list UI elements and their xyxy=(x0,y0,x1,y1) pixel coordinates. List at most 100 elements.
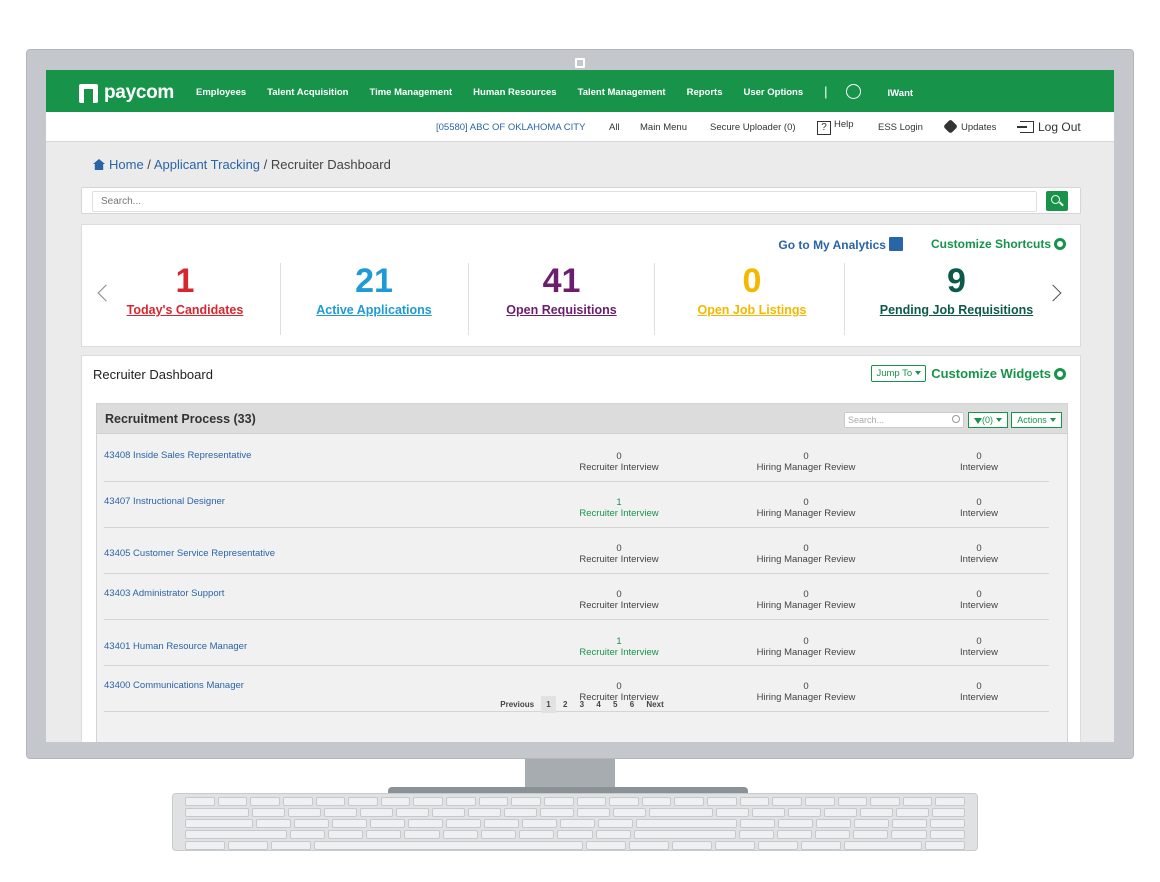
job-link[interactable]: 43400 Communications Manager xyxy=(104,680,244,691)
stage-hiring-manager-review[interactable]: 0 Hiring Manager Review xyxy=(736,636,876,658)
key xyxy=(772,797,802,806)
stage-interview[interactable]: 0 Interview xyxy=(909,589,1049,611)
key xyxy=(366,830,402,839)
stage-recruiter-interview[interactable]: 0 Recruiter Interview xyxy=(549,589,689,611)
key xyxy=(930,819,965,828)
help-link[interactable]: ? Help xyxy=(817,119,854,135)
help-label: Help xyxy=(834,119,854,130)
key xyxy=(929,830,965,839)
key xyxy=(504,808,538,817)
job-link[interactable]: 43407 Instructional Designer xyxy=(104,496,225,507)
stage-recruiter-interview[interactable]: 1 Recruiter Interview xyxy=(549,497,689,519)
actions-dropdown[interactable]: Actions xyxy=(1011,412,1062,428)
dashboard-tools: Jump To Customize Widgets xyxy=(871,365,1066,382)
stage-hiring-manager-review[interactable]: 0 Hiring Manager Review xyxy=(736,543,876,565)
key xyxy=(714,841,755,850)
key xyxy=(843,841,922,850)
nav-talent-management[interactable]: Talent Management xyxy=(578,87,666,99)
keyboard-row xyxy=(185,841,965,850)
kpi-pending-job-requisitions[interactable]: 9 Pending Job Requisitions xyxy=(864,261,1049,337)
jump-to-dropdown[interactable]: Jump To xyxy=(871,365,927,382)
nav-reports[interactable]: Reports xyxy=(687,87,723,99)
key xyxy=(648,808,713,817)
recruitment-process-widget: Recruitment Process (33) Search... (0) A… xyxy=(96,403,1068,742)
stage-interview[interactable]: 0 Interview xyxy=(909,636,1049,658)
widget-title: Recruitment Process (33) xyxy=(105,412,256,426)
filter-button[interactable]: (0) xyxy=(968,412,1008,428)
stage-count: 0 xyxy=(616,451,622,462)
job-link[interactable]: 43403 Administrator Support xyxy=(104,588,224,599)
breadcrumb-home[interactable]: Home xyxy=(109,157,144,172)
stage-recruiter-interview[interactable]: 0 Recruiter Interview xyxy=(549,451,689,473)
chevron-down-icon xyxy=(915,371,922,375)
paycom-logo[interactable]: paycom xyxy=(79,82,174,104)
key xyxy=(935,797,965,806)
breadcrumb-applicant-tracking[interactable]: Applicant Tracking xyxy=(154,157,260,172)
kpi-open-job-listings[interactable]: 0 Open Job Listings xyxy=(677,261,827,337)
key xyxy=(468,808,502,817)
all-link[interactable]: All xyxy=(609,122,620,133)
kpi-label: Pending Job Requisitions xyxy=(879,303,1034,317)
job-link[interactable]: 43405 Customer Service Representative xyxy=(104,548,275,559)
key xyxy=(707,797,737,806)
pager-page-2[interactable]: 2 xyxy=(558,696,572,713)
key xyxy=(511,797,541,806)
customize-shortcuts-link[interactable]: Customize Shortcuts xyxy=(931,237,1066,252)
analytics-link[interactable]: Go to My Analytics xyxy=(778,237,903,252)
help-icon: ? xyxy=(817,121,831,135)
customize-widgets-link[interactable]: Customize Widgets xyxy=(931,366,1066,381)
stage-recruiter-interview[interactable]: 1 Recruiter Interview xyxy=(549,636,689,658)
updates-link[interactable]: Updates xyxy=(943,119,996,134)
widget-search-input[interactable]: Search... xyxy=(844,412,964,428)
search-button[interactable] xyxy=(1046,191,1068,211)
secure-uploader-link[interactable]: Secure Uploader (0) xyxy=(710,122,796,133)
kpi-todays-candidates[interactable]: 1 Today's Candidates xyxy=(110,261,260,337)
stage-interview[interactable]: 0 Interview xyxy=(909,543,1049,565)
stage-count: 0 xyxy=(803,451,809,462)
stage-hiring-manager-review[interactable]: 0 Hiring Manager Review xyxy=(736,451,876,473)
stage-recruiter-interview[interactable]: 0 Recruiter Interview xyxy=(549,543,689,565)
logout-link[interactable]: Log Out xyxy=(1017,120,1081,134)
nav-employees[interactable]: Employees xyxy=(196,87,246,99)
key xyxy=(185,830,287,839)
kpi-active-applications[interactable]: 21 Active Applications xyxy=(294,261,454,337)
logout-icon xyxy=(1017,121,1034,133)
nav-time-management[interactable]: Time Management xyxy=(369,87,452,99)
stage-interview[interactable]: 0 Interview xyxy=(909,497,1049,519)
key xyxy=(815,830,851,839)
pager-page-5[interactable]: 5 xyxy=(608,696,622,713)
job-link[interactable]: 43401 Human Resource Manager xyxy=(104,641,247,652)
pager-page-3[interactable]: 3 xyxy=(575,696,589,713)
key xyxy=(931,808,966,817)
key xyxy=(609,797,639,806)
key xyxy=(360,808,394,817)
main-menu-link[interactable]: Main Menu xyxy=(640,122,687,133)
pager-page-1[interactable]: 1 xyxy=(541,696,556,713)
pager-page-4[interactable]: 4 xyxy=(591,696,605,713)
kpi-label: Today's Candidates xyxy=(126,303,244,317)
ess-login-link[interactable]: ESS Login xyxy=(878,122,923,133)
key xyxy=(816,819,851,828)
search-input[interactable] xyxy=(92,191,1037,212)
stage-hiring-manager-review[interactable]: 0 Hiring Manager Review xyxy=(736,589,876,611)
keyboard-row xyxy=(185,819,965,828)
job-link[interactable]: 43408 Inside Sales Representative xyxy=(104,450,251,461)
stage-label: Interview xyxy=(959,508,998,519)
stage-hiring-manager-review[interactable]: 0 Hiring Manager Review xyxy=(736,497,876,519)
kpi-value: 9 xyxy=(947,262,966,300)
key xyxy=(332,819,367,828)
stage-count: 0 xyxy=(616,681,622,692)
nav-human-resources[interactable]: Human Resources xyxy=(473,87,556,99)
stage-interview[interactable]: 0 Interview xyxy=(909,451,1049,473)
nav-talent-acquisition[interactable]: Talent Acquisition xyxy=(267,87,348,99)
screen: paycom Employees Talent Acquisition Time… xyxy=(46,70,1114,742)
company-link[interactable]: [05580] ABC OF OKLAHOMA CITY xyxy=(436,122,585,133)
nav-user-options[interactable]: User Options xyxy=(743,87,803,99)
pager-next[interactable]: Next xyxy=(641,696,668,713)
nav-iwant[interactable]: IWant xyxy=(845,84,935,99)
top-navigation-bar: paycom Employees Talent Acquisition Time… xyxy=(46,70,1114,112)
table-row: 43408 Inside Sales Representative 0 Recru… xyxy=(104,436,1049,482)
kpi-open-requisitions[interactable]: 41 Open Requisitions xyxy=(484,261,639,337)
pager-previous[interactable]: Previous xyxy=(495,696,539,713)
pager-page-6[interactable]: 6 xyxy=(625,696,639,713)
